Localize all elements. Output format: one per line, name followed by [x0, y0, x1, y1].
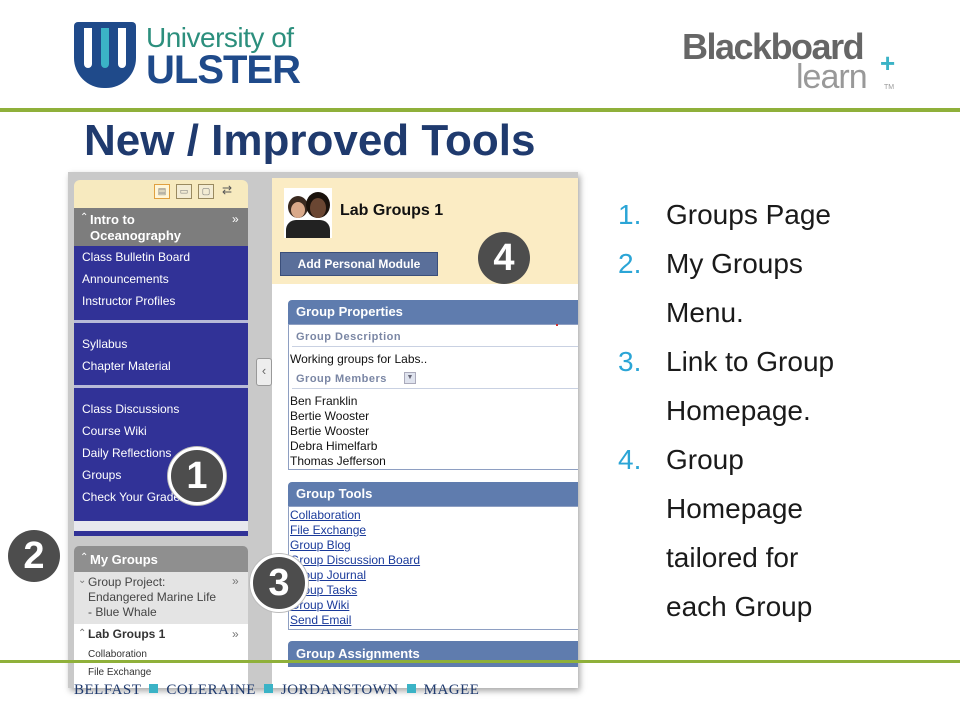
expand-down-icon[interactable]: ⌄: [78, 575, 86, 586]
collapse-menu-handle[interactable]: ‹: [256, 358, 272, 386]
menu-item-groups[interactable]: Groups: [82, 468, 121, 482]
group-chevron-icon[interactable]: »: [232, 574, 239, 588]
list-number: 3.: [618, 346, 642, 377]
group-tool-discussion-board[interactable]: Group Discussion Board: [290, 553, 420, 567]
group-member: Bertie Wooster: [290, 424, 370, 438]
group-link-lab-groups-1[interactable]: Lab Groups 1: [88, 627, 165, 641]
header-divider: [0, 108, 960, 112]
menu-item-check-your-grades[interactable]: Check Your Grades: [82, 490, 186, 504]
sub-divider: [292, 346, 578, 347]
refresh-icon[interactable]: ⇄: [220, 184, 234, 197]
group-member: Ben Franklin: [290, 394, 358, 408]
menu-item-syllabus[interactable]: Syllabus: [82, 337, 127, 351]
list-text: My Groups Menu.: [666, 248, 803, 328]
group-tool-file-exchange[interactable]: File Exchange: [290, 523, 366, 537]
group-members-label: Group Members: [296, 373, 387, 385]
campus-name: JORDANSTOWN: [280, 682, 399, 698]
blackboard-logo-line2: learn: [796, 58, 868, 96]
list-item: 1. Groups Page: [618, 190, 938, 239]
expand-members-icon[interactable]: ▼: [404, 372, 416, 384]
square-bullet-icon: [149, 684, 159, 693]
menu-item-daily-reflections[interactable]: Daily Reflections: [82, 446, 171, 460]
group-description-label: Group Description: [296, 331, 402, 343]
footer-divider: [0, 660, 960, 663]
campus-name: MAGEE: [423, 682, 480, 698]
group-tool-send-email[interactable]: Send Email: [290, 613, 351, 627]
group-tool-group-blog[interactable]: Group Blog: [290, 538, 351, 552]
course-title[interactable]: Intro to Oceanography: [90, 212, 220, 244]
menu-item-chapter-material[interactable]: Chapter Material: [82, 359, 171, 373]
group-photo-icon: [284, 188, 332, 238]
list-text: Link to Group Homepage.: [666, 346, 835, 426]
list-number: 4.: [618, 444, 642, 475]
menu-divider: [74, 385, 248, 388]
menu-item-class-bulletin-board[interactable]: Class Bulletin Board: [82, 250, 190, 264]
group-member: Thomas Jefferson: [290, 454, 386, 468]
required-marker: [556, 324, 558, 326]
callout-badge-2: 2: [8, 530, 60, 582]
university-name-line2: ULSTER: [146, 48, 301, 92]
list-text: Group Homepage tailored for each Group: [666, 444, 813, 622]
group-tool-file-exchange[interactable]: File Exchange: [88, 667, 151, 678]
collapse-up-icon[interactable]: ⌃: [80, 212, 88, 223]
feature-list: 1. Groups Page 2. My Groups Menu. 3. Link t…: [618, 190, 938, 631]
list-view-icon[interactable]: ▤: [154, 184, 170, 199]
group-chevron-icon[interactable]: »: [232, 627, 239, 641]
list-item: 4. Group Homepage tailored for each Group: [618, 435, 938, 631]
sub-divider: [292, 388, 578, 389]
campus-name: BELFAST: [74, 682, 142, 698]
list-number: 1.: [618, 199, 642, 230]
menu-divider: [74, 320, 248, 323]
collapse-up-icon[interactable]: ⌃: [78, 628, 86, 639]
square-bullet-icon: [263, 684, 273, 693]
course-menu-chevron-icon[interactable]: »: [232, 212, 239, 226]
slide-title: New / Improved Tools: [84, 116, 536, 165]
callout-badge-3: 3: [250, 554, 308, 612]
list-item: 2. My Groups Menu.: [618, 239, 938, 337]
list-item: 3. Link to Group Homepage.: [618, 337, 938, 435]
campus-name: COLERAINE: [166, 682, 256, 698]
campus-list: BELFAST COLERAINE JORDANSTOWN MAGEE: [74, 682, 479, 699]
add-personal-module-button[interactable]: Add Personal Module: [280, 252, 438, 276]
group-tool-collaboration[interactable]: Collaboration: [88, 649, 147, 660]
window-icon[interactable]: ▢: [198, 184, 214, 199]
collapse-up-icon[interactable]: ⌃: [80, 552, 88, 563]
group-link-endangered-marine-life[interactable]: Group Project: Endangered Marine Life - …: [88, 575, 218, 620]
group-member: Bertie Wooster: [290, 409, 370, 423]
blackboard-trademark: TM: [884, 84, 895, 91]
menu-item-course-wiki[interactable]: Course Wiki: [82, 424, 147, 438]
callout-badge-4: 4: [478, 232, 530, 284]
list-number: 2.: [618, 248, 642, 279]
menu-item-instructor-profiles[interactable]: Instructor Profiles: [82, 294, 175, 308]
square-bullet-icon: [406, 684, 416, 693]
university-logo-icon: [74, 22, 136, 88]
group-description: Working groups for Labs..: [290, 352, 428, 366]
course-menu-footer: [74, 521, 248, 531]
callout-badge-1: 1: [168, 447, 226, 505]
menu-item-announcements[interactable]: Announcements: [82, 272, 169, 286]
group-tools-title: Group Tools: [296, 486, 373, 501]
list-text: Groups Page: [666, 199, 831, 230]
blackboard-plus-icon: +: [880, 48, 896, 78]
group-title: Lab Groups 1: [340, 202, 444, 219]
group-tool-collaboration[interactable]: Collaboration: [290, 508, 361, 522]
group-properties-title: Group Properties: [296, 304, 403, 319]
group-member: Debra Himelfarb: [290, 439, 378, 453]
folder-view-icon[interactable]: ▭: [176, 184, 192, 199]
menu-item-class-discussions[interactable]: Class Discussions: [82, 402, 179, 416]
my-groups-title[interactable]: My Groups: [90, 552, 158, 567]
group-assignments-title: Group Assignments: [296, 646, 420, 661]
